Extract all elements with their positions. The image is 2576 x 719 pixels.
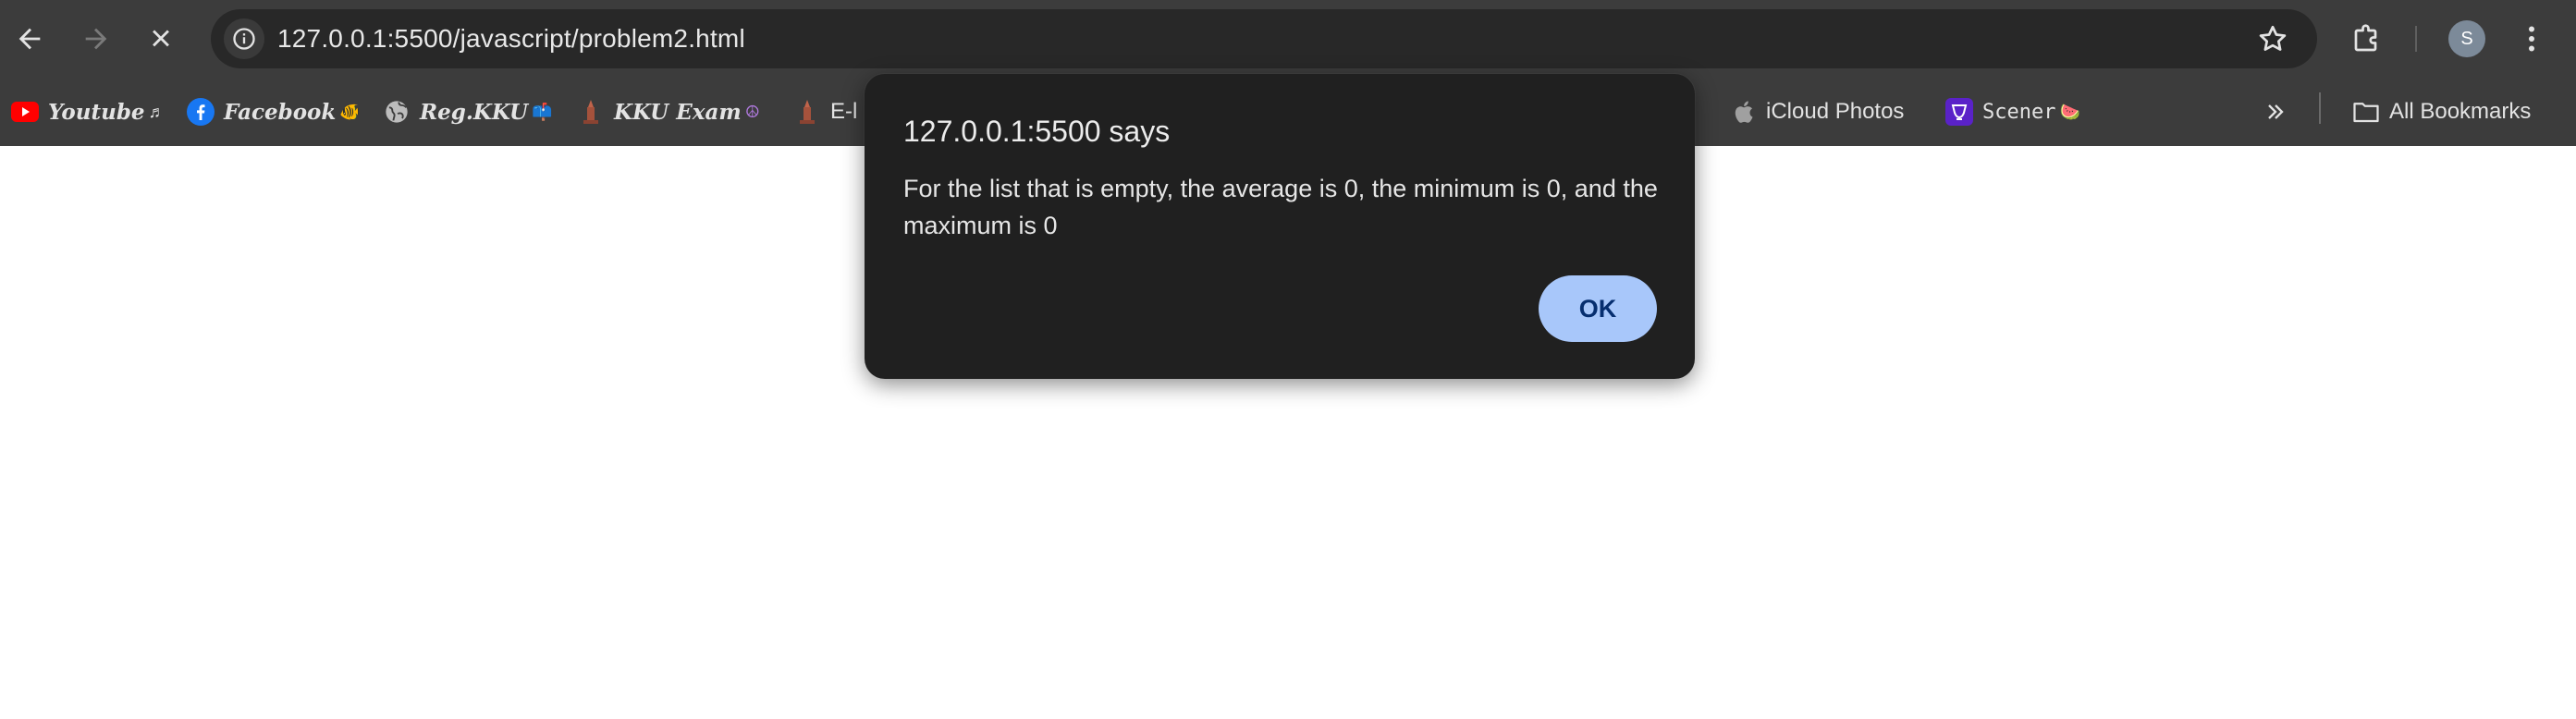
bookmark-e-learning[interactable]: E-l [793, 78, 857, 146]
globe-icon [383, 98, 411, 126]
folder-icon [2352, 98, 2380, 126]
bookmark-emoji: ☮ [744, 102, 760, 121]
stop-button[interactable] [137, 15, 185, 63]
kku-logo-icon [577, 98, 605, 126]
bookmark-label: Facebook [224, 99, 337, 125]
chevron-double-right-icon [2262, 98, 2289, 126]
kebab-menu-icon [2529, 26, 2534, 52]
bookmark-emoji: 🐠 [339, 102, 361, 121]
bookmark-emoji: 🍉 [2059, 102, 2080, 121]
bookmark-emoji: ♬ [148, 102, 166, 121]
arrow-left-icon [18, 28, 41, 50]
bookmark-label: E-l [830, 99, 858, 124]
bookmark-label: KKU Exam [614, 99, 742, 125]
star-icon[interactable] [2256, 22, 2289, 55]
url-text[interactable]: 127.0.0.1:5500/javascript/problem2.html [277, 9, 745, 68]
info-icon [233, 28, 255, 50]
arrow-right-icon [85, 28, 107, 50]
dialog-message: For the list that is empty, the average … [903, 175, 1658, 239]
all-bookmarks-button[interactable]: All Bookmarks [2352, 78, 2531, 146]
bookmark-label: Reg.KKU [420, 99, 529, 125]
dialog-title: 127.0.0.1:5500 says [903, 115, 1171, 148]
facebook-icon [187, 98, 215, 126]
all-bookmarks-label: All Bookmarks [2389, 99, 2532, 124]
alert-dialog: 127.0.0.1:5500 says For the list that is… [865, 74, 1695, 379]
scener-icon [1945, 98, 1973, 126]
bookmark-reg-kku[interactable]: Reg.KKU 📫 [383, 78, 552, 146]
apple-icon [1729, 98, 1757, 126]
bookmark-label: iCloud Photos [1766, 99, 1905, 124]
bookmark-facebook[interactable]: Facebook 🐠 [187, 78, 361, 146]
address-bar[interactable]: 127.0.0.1:5500/javascript/problem2.html [211, 9, 2317, 68]
bookmark-icloud-photos[interactable]: iCloud Photos [1729, 78, 1904, 146]
puzzle-icon [2354, 24, 2377, 52]
bookmark-kku-exam[interactable]: KKU Exam ☮ [577, 78, 760, 146]
youtube-icon [11, 98, 39, 126]
browser-menu-button[interactable] [2508, 15, 2556, 63]
close-icon [153, 30, 169, 47]
toolbar-divider [2415, 26, 2417, 52]
bookmark-label: Scener [1982, 100, 2056, 124]
browser-toolbar: 127.0.0.1:5500/javascript/problem2.html … [0, 0, 2576, 78]
bookmark-scener[interactable]: Scener 🍉 [1945, 78, 2080, 146]
bookmark-emoji: 📫 [532, 102, 553, 121]
extensions-button[interactable] [2343, 15, 2391, 63]
bookmarks-overflow-button[interactable] [2262, 78, 2289, 146]
ok-button[interactable]: OK [1539, 275, 1657, 342]
site-info-button[interactable] [224, 18, 264, 59]
back-button[interactable] [6, 15, 54, 63]
kku-logo-icon [793, 98, 821, 126]
bookmark-youtube[interactable]: Youtube ♬ [11, 78, 166, 146]
bookmarks-divider [2319, 92, 2321, 124]
bookmark-label: Youtube [48, 99, 145, 125]
profile-avatar[interactable]: S [2448, 20, 2485, 57]
forward-button[interactable] [72, 15, 120, 63]
